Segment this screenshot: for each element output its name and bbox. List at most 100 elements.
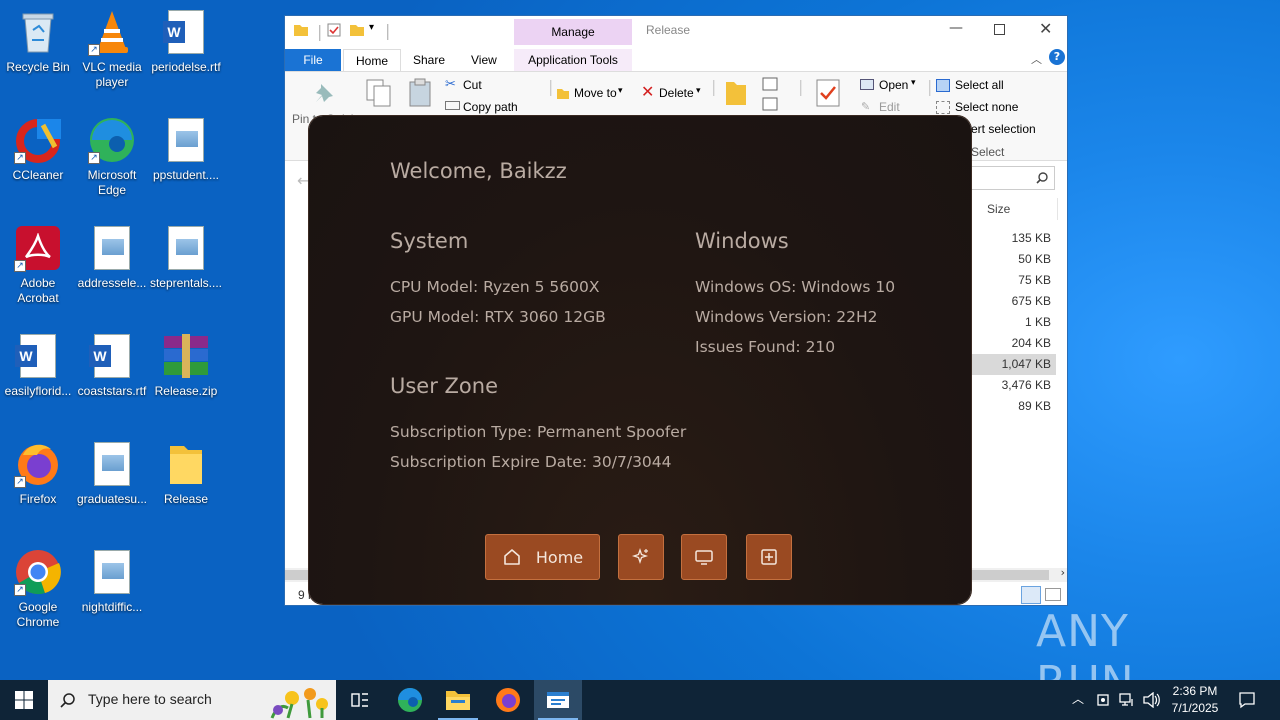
desktop-icon-chrome[interactable]: ↗ Google Chrome xyxy=(0,548,76,630)
clock[interactable]: 2:36 PM 7/1/2025 xyxy=(1166,683,1224,717)
move-to-button[interactable]: Move to xyxy=(574,86,617,100)
windows-os-text: Windows OS: Windows 10 xyxy=(695,278,896,296)
search-placeholder: Type here to search xyxy=(88,691,212,707)
volume-icon[interactable] xyxy=(1142,692,1160,708)
manage-context-tab[interactable]: Manage xyxy=(514,19,632,45)
cut-button[interactable]: Cut xyxy=(463,78,482,92)
delete-button[interactable]: Delete xyxy=(659,86,694,100)
edge-icon: ↗ xyxy=(88,116,136,164)
taskbar-search-box[interactable]: Type here to search xyxy=(48,680,336,720)
icon-label: Microsoft Edge xyxy=(87,168,137,197)
chevron-down-icon: ▾ xyxy=(618,86,623,96)
copy-icon[interactable] xyxy=(365,78,393,108)
icon-label: Release.zip xyxy=(154,384,218,398)
desktop-icon-firefox[interactable]: ↗ Firefox xyxy=(0,440,76,507)
column-header-size[interactable]: Size xyxy=(987,202,1010,216)
desktop-icon-nightdiffic[interactable]: nightdiffic... xyxy=(74,548,150,615)
pin-icon[interactable] xyxy=(313,82,335,104)
desktop-icon-release-folder[interactable]: Release xyxy=(148,440,224,507)
collapse-ribbon-icon[interactable]: ︿ xyxy=(1031,51,1042,67)
size-cell: 1,047 KB xyxy=(1001,357,1051,371)
close-icon[interactable]: ✕ xyxy=(1039,19,1052,38)
nav-monitor-button[interactable] xyxy=(681,534,727,580)
sparkles-icon xyxy=(631,547,649,565)
tab-file[interactable]: File xyxy=(285,49,341,71)
size-cell: 89 KB xyxy=(1018,399,1051,413)
icon-label: VLC media player xyxy=(82,60,142,89)
taskbar: Type here to search ︿ 2:36 PM 7/1/2025 xyxy=(0,680,1280,720)
properties-check-icon[interactable] xyxy=(327,23,341,37)
desktop-icon-periodelse[interactable]: W periodelse.rtf xyxy=(148,8,224,75)
desktop-icon-steprentals[interactable]: steprentals.... xyxy=(148,224,224,291)
tab-home[interactable]: Home xyxy=(343,49,402,71)
tab-application-tools[interactable]: Application Tools xyxy=(514,49,632,71)
new-folder-icon[interactable] xyxy=(725,78,747,106)
icon-label: Adobe Acrobat xyxy=(17,276,59,305)
icon-label: Release xyxy=(163,492,209,506)
new-item-icon[interactable] xyxy=(761,76,785,112)
chevron-down-icon[interactable]: ▾ xyxy=(369,22,374,33)
folder-icon xyxy=(294,25,308,36)
notification-center-icon[interactable] xyxy=(1238,691,1256,709)
taskbar-edge[interactable] xyxy=(386,680,434,720)
nav-add-button[interactable] xyxy=(746,534,792,580)
task-view-button[interactable] xyxy=(336,680,384,720)
taskbar-file-explorer[interactable] xyxy=(434,680,482,720)
edit-button[interactable]: Edit xyxy=(879,100,900,114)
scroll-right-icon[interactable]: › xyxy=(1061,566,1065,579)
start-button[interactable] xyxy=(0,680,48,720)
select-none-button[interactable]: Select none xyxy=(955,100,1018,114)
desktop-icon-acrobat[interactable]: ↗ Adobe Acrobat xyxy=(0,224,76,306)
details-view-icon[interactable] xyxy=(1021,586,1041,604)
subscription-type-text: Subscription Type: Permanent Spoofer xyxy=(390,423,687,441)
taskbar-firefox[interactable] xyxy=(484,680,532,720)
desktop-icon-recycle-bin[interactable]: Recycle Bin xyxy=(0,8,76,75)
select-none-icon xyxy=(936,101,950,114)
subscription-expire-text: Subscription Expire Date: 30/7/3044 xyxy=(390,453,672,471)
size-cell: 675 KB xyxy=(1011,294,1051,308)
help-icon[interactable]: ? xyxy=(1049,49,1065,65)
anyrun-watermark: ANY RUN xyxy=(1036,606,1134,708)
desktop-icon-edge[interactable]: ↗ Microsoft Edge xyxy=(74,116,150,198)
open-button[interactable]: Open xyxy=(879,78,908,92)
new-folder-icon[interactable] xyxy=(349,22,365,38)
invert-selection-button[interactable]: ert selection xyxy=(971,122,1036,136)
properties-icon[interactable] xyxy=(815,78,841,108)
paste-icon[interactable] xyxy=(407,78,433,108)
desktop-icon-addressele[interactable]: addressele... xyxy=(74,224,150,291)
spoofer-app-window[interactable]: Welcome, Baikzz System CPU Model: Ryzen … xyxy=(309,116,971,604)
icon-label: ppstudent.... xyxy=(152,168,220,182)
desktop-icon-release-zip[interactable]: Release.zip xyxy=(148,332,224,399)
tab-view[interactable]: View xyxy=(459,49,509,71)
desktop-icon-easilyflorid[interactable]: W easilyflorid... xyxy=(0,332,76,399)
desktop-icon-graduatesu[interactable]: graduatesu... xyxy=(74,440,150,507)
icon-label: coaststars.rtf xyxy=(77,384,147,398)
search-box[interactable] xyxy=(971,166,1055,190)
show-hidden-icons-chevron[interactable]: ︿ xyxy=(1072,690,1084,707)
image-file-icon xyxy=(94,550,130,594)
cpu-model-text: CPU Model: Ryzen 5 5600X xyxy=(390,278,600,296)
delete-x-icon: ✕ xyxy=(641,82,655,101)
desktop-icon-ppstudent[interactable]: ppstudent.... xyxy=(148,116,224,183)
windows-version-text: Windows Version: 22H2 xyxy=(695,308,878,326)
desktop-icon-vlc[interactable]: ↗ VLC media player xyxy=(74,8,150,90)
maximize-icon[interactable] xyxy=(994,24,1005,35)
desktop-icon-coaststars[interactable]: W coaststars.rtf xyxy=(74,332,150,399)
minimize-icon[interactable]: — xyxy=(949,20,963,36)
nav-sparkle-button[interactable] xyxy=(618,534,664,580)
network-icon[interactable] xyxy=(1119,693,1135,707)
nav-home-button[interactable]: Home xyxy=(485,534,600,580)
copy-path-button[interactable]: Copy path xyxy=(463,100,518,114)
icon-label: graduatesu... xyxy=(76,492,148,506)
taskbar-spoofer-app[interactable] xyxy=(534,680,582,720)
desktop-icon-ccleaner[interactable]: ↗ CCleaner xyxy=(0,116,76,183)
size-cell: 1 KB xyxy=(1024,315,1051,329)
firefox-icon: ↗ xyxy=(14,440,62,488)
tab-share[interactable]: Share xyxy=(401,49,457,71)
size-cell: 135 KB xyxy=(1011,231,1051,245)
device-icon[interactable] xyxy=(1096,693,1110,707)
home-icon xyxy=(504,549,520,565)
large-icons-view-icon[interactable] xyxy=(1045,588,1061,601)
select-all-button[interactable]: Select all xyxy=(955,78,1004,92)
icon-label: easilyflorid... xyxy=(4,384,72,398)
